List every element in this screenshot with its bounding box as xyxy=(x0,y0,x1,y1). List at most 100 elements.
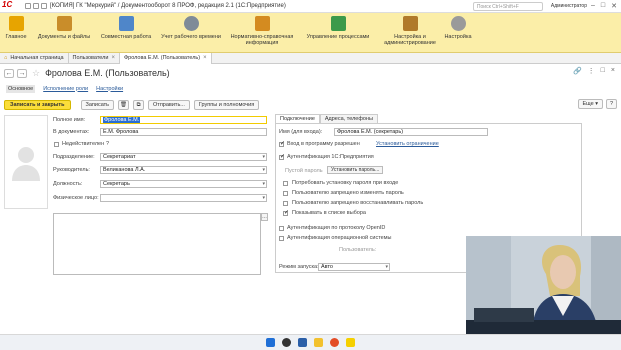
chrome-icon[interactable] xyxy=(330,338,339,347)
os-auth-label: Аутентификация операционной системы xyxy=(287,235,392,241)
user-photo[interactable] xyxy=(4,115,48,209)
section-administration[interactable]: Настройка и администрирование xyxy=(378,13,442,52)
save-button[interactable]: Записать xyxy=(80,100,115,110)
history-icon[interactable] xyxy=(33,3,39,9)
invalid-checkbox[interactable] xyxy=(54,142,59,147)
maximize-icon[interactable]: □ xyxy=(601,2,605,10)
openid-label: Аутентификация по протоколу OpenID xyxy=(287,225,386,231)
section-main[interactable]: Главное xyxy=(0,13,32,52)
processes-icon xyxy=(330,16,346,31)
minimize-icon[interactable]: – xyxy=(591,2,595,10)
comment-textarea[interactable] xyxy=(53,213,261,275)
1c-taskbar-icon[interactable] xyxy=(346,338,355,347)
delete-icon[interactable]: 🗑 xyxy=(118,100,130,110)
taskbar xyxy=(0,334,621,350)
section-documents[interactable]: Документы и файлы xyxy=(32,13,96,52)
form-navigation: Основное Исполнение роли Настройки xyxy=(0,83,621,94)
more-button[interactable]: Еще ▾ xyxy=(577,99,603,109)
allowed-checkbox[interactable] xyxy=(279,140,285,147)
save-close-button[interactable]: Записать и закрыть xyxy=(4,100,71,110)
show-in-list-checkbox[interactable] xyxy=(283,209,289,216)
require-password-label: Потребовать установку пароля при входе xyxy=(292,180,399,186)
auth-1c-label: Аутентификация 1С:Предприятия xyxy=(287,154,374,160)
section-processes[interactable]: Управление процессами xyxy=(298,13,378,52)
dropdown-icon[interactable]: ▾ xyxy=(262,154,265,161)
empty-password-label: Пустой пароль xyxy=(285,168,323,174)
nav-settings[interactable]: Настройки xyxy=(96,86,123,92)
groups-button[interactable]: Группы и полномочия xyxy=(193,100,260,110)
nav-roles[interactable]: Исполнение роли xyxy=(43,86,88,92)
section-settings[interactable]: Настройка xyxy=(442,13,474,52)
title-toolbar xyxy=(22,3,50,9)
allowed-label: Вход в программу разрешен xyxy=(287,141,360,147)
close-icon[interactable]: × xyxy=(111,55,115,61)
section-reference[interactable]: Нормативно-справочная информация xyxy=(226,13,298,52)
dropdown-icon[interactable]: ▾ xyxy=(262,167,265,174)
send-button[interactable]: Отправить... xyxy=(148,100,190,110)
star-icon[interactable]: ☆ xyxy=(32,68,40,79)
home-icon xyxy=(8,16,24,31)
openid-checkbox[interactable] xyxy=(279,226,284,231)
app-icon[interactable] xyxy=(282,338,291,347)
show-in-list-label: Показывать в списке выбора xyxy=(292,210,366,216)
dept-label: Подразделение: xyxy=(53,154,95,160)
deny-restore-checkbox[interactable] xyxy=(283,201,288,206)
deny-restore-label: Пользователю запрещено восстанавливать п… xyxy=(292,200,424,206)
task-view-icon[interactable] xyxy=(298,338,307,347)
form-title: Фролова Е.М. (Пользователь) xyxy=(45,68,170,78)
require-password-checkbox[interactable] xyxy=(283,181,288,186)
link-icon[interactable]: 🔗 xyxy=(573,67,582,75)
1c-logo: 1С xyxy=(2,0,13,9)
run-mode-select[interactable]: Авто ▾ xyxy=(318,263,390,271)
books-icon xyxy=(254,16,270,31)
fullname-field[interactable]: Фролова Е.М. xyxy=(100,116,267,124)
sections-panel: Главное Документы и файлы Совместная раб… xyxy=(0,13,621,53)
close-icon[interactable]: × xyxy=(611,67,615,75)
clock-icon xyxy=(183,16,199,31)
user-name[interactable]: Администратор xyxy=(551,3,587,9)
head-field[interactable]: Великанова Л.А. ▾ xyxy=(100,166,267,174)
dropdown-icon[interactable]: ▾ xyxy=(385,264,388,271)
set-restriction-link[interactable]: Установить ограничение xyxy=(376,141,439,147)
deny-change-checkbox[interactable] xyxy=(283,191,288,196)
close-icon[interactable]: ✕ xyxy=(611,2,617,10)
tab-addresses[interactable]: Адреса, телефоны xyxy=(319,114,378,123)
folder-icon[interactable] xyxy=(314,338,323,347)
login-field[interactable]: Фролова Е.М. (секретарь) xyxy=(334,128,488,136)
set-password-button[interactable]: Установить пароль... xyxy=(327,166,384,174)
forward-button[interactable]: → xyxy=(17,68,27,78)
in-docs-field[interactable]: Е.М. Фролова xyxy=(100,128,267,136)
section-time-tracking[interactable]: Учет рабочего времени xyxy=(156,13,226,52)
in-docs-label: В документах: xyxy=(53,129,90,135)
tab-user-card[interactable]: Фролова Е.М. (Пользователь) × xyxy=(119,52,212,64)
favorites-icon[interactable] xyxy=(41,3,47,9)
auth-1c-checkbox[interactable] xyxy=(279,153,285,160)
dropdown-icon[interactable]: ▾ xyxy=(262,195,265,202)
dropdown-icon[interactable]: ▾ xyxy=(262,181,265,188)
section-collaboration[interactable]: Совместная работа xyxy=(96,13,156,52)
tab-connection[interactable]: Подключение xyxy=(275,114,320,123)
help-icon[interactable]: ? xyxy=(606,99,617,109)
run-mode-label: Режим запуска: xyxy=(279,264,319,270)
nav-main[interactable]: Основное xyxy=(6,84,36,93)
copy-icon[interactable]: ⧉ xyxy=(133,100,145,110)
search-input[interactable]: Поиск Ctrl+Shift+F xyxy=(472,1,543,11)
os-auth-checkbox[interactable] xyxy=(279,236,284,241)
tab-home[interactable]: ⌂ Начальная страница xyxy=(0,52,69,64)
head-label: Руководитель: xyxy=(53,167,90,173)
physical-field[interactable]: ▾ xyxy=(100,194,267,202)
back-button[interactable]: ← xyxy=(4,68,14,78)
close-icon[interactable]: × xyxy=(203,55,207,61)
more-icon[interactable]: … xyxy=(261,213,268,221)
position-field[interactable]: Секретарь ▾ xyxy=(100,180,267,188)
dept-field[interactable]: Секретариат ▾ xyxy=(100,153,267,161)
form-header: ← → ☆ Фролова Е.М. (Пользователь) 🔗 ⋮ □ … xyxy=(0,64,621,82)
expand-icon[interactable]: □ xyxy=(601,67,605,75)
help-icon[interactable]: ? xyxy=(106,141,109,147)
menu-icon[interactable] xyxy=(25,3,31,9)
tab-users[interactable]: Пользователи × xyxy=(69,52,120,64)
windows-start-icon[interactable] xyxy=(266,338,275,347)
documents-icon xyxy=(56,16,72,31)
more-icon[interactable]: ⋮ xyxy=(588,67,595,75)
home-icon: ⌂ xyxy=(4,55,8,61)
